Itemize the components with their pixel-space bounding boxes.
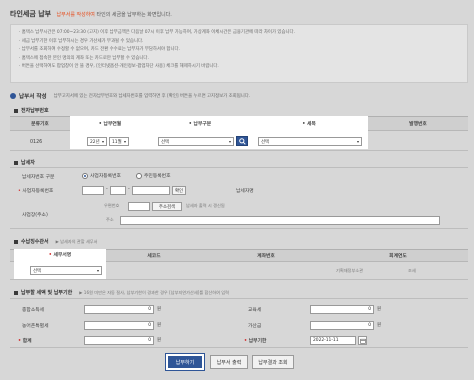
divider <box>10 150 468 151</box>
address-input[interactable] <box>120 216 440 225</box>
col-issue-no-wrap: 발행번호 <box>368 116 468 131</box>
payment-input-hint: 납부고지서에 있는 전자납부번호와 납세자번호를 입력하면 후 [확인] 버튼을… <box>53 94 251 99</box>
dash-separator: - <box>128 187 130 192</box>
col-tax-item: • 세목 <box>302 122 316 127</box>
national-tax-input[interactable]: 0 <box>84 305 154 314</box>
penalty-input[interactable]: 0 <box>310 321 374 330</box>
col-office-name: • 세무서명 <box>48 253 72 258</box>
office-select[interactable]: 선택 ▾ <box>30 266 102 275</box>
payment-input-heading: 납부서 작성 납부고지서에 있는 전자납부번호와 납세자번호를 입력하면 후 [… <box>10 92 250 100</box>
search-icon <box>238 137 246 145</box>
id-type-label: 납세자번호 구분 <box>22 175 55 180</box>
total-input: 0 <box>84 336 154 345</box>
won-unit: 원 <box>157 307 162 312</box>
e-payment-highlight-header: • 납부연월 • 납부구분 • 세목 <box>70 116 368 131</box>
collector-heading: 수납징수관서 ▶ 납세자의 관할 세무서 <box>14 238 98 245</box>
result-button[interactable]: 납부결과 조회 <box>252 355 294 369</box>
biz-no-part2-input[interactable] <box>110 186 126 195</box>
month-select[interactable]: 11월 ▾ <box>109 137 129 146</box>
address-search-button[interactable]: 주소검색 <box>152 202 182 211</box>
address-hint: 납세자 출력 시 갱신됨 <box>186 203 225 208</box>
chevron-down-icon: ▾ <box>101 139 104 144</box>
collector-hint: ▶ 납세자의 관할 세무서 <box>55 238 98 244</box>
divider <box>10 167 468 168</box>
col-fiscal-year: 회계연도 <box>389 254 407 259</box>
col-year-month: • 납부연월 <box>98 122 122 127</box>
divider <box>10 298 468 299</box>
notice-line: · 홈택스에 접속한 본인 명의의 계좌 또는 카드로만 납부할 수 있습니다. <box>19 55 149 61</box>
amount-hint: ▶ 16원 미만은 자동 절사, 납부기한이 경과한 경우 [납부지연가산세]를… <box>79 289 229 295</box>
col-account-no: 계좌번호 <box>257 254 275 259</box>
tax-item-select[interactable]: 선택 ▾ <box>258 137 362 146</box>
square-bullet-icon <box>14 290 18 295</box>
won-unit: 원 <box>157 338 162 343</box>
notice-line: · 버튼을 선택하여도 팝업창이 안 뜰 경우, [인터넷옵션-개인정보-팝업차… <box>19 64 219 70</box>
biz-no-part3-input[interactable] <box>132 186 170 195</box>
biz-no-part1-input[interactable] <box>82 186 104 195</box>
radio-checked-icon <box>82 172 88 179</box>
name-label: 납세자명 <box>236 189 254 194</box>
search-button[interactable] <box>236 136 248 146</box>
rural-tax-input[interactable]: 0 <box>84 321 154 330</box>
divider <box>10 228 468 229</box>
calendar-icon <box>359 338 366 344</box>
address-label: 사업장(주소) <box>22 213 48 218</box>
chevron-down-icon: ▾ <box>96 268 99 273</box>
chevron-down-icon: ▾ <box>123 139 126 144</box>
payment-type-select[interactable]: 선택 ▾ <box>158 137 234 146</box>
notice-line: · 세금 납부기한 이후 납부하시는 경우 가산세가 부과될 수 있습니다. <box>19 38 144 44</box>
e-payment-heading: 전자납부번호 <box>14 107 49 114</box>
page-title: 타인세금 납부 납부서를 작성하여 타인의 세금을 납부하는 화면입니다. <box>10 10 172 18</box>
dash-separator: - <box>106 187 108 192</box>
pay-button[interactable]: 납부하기 <box>165 353 205 371</box>
col-office-code: 세코드 <box>147 254 161 259</box>
square-bullet-icon <box>14 160 18 165</box>
square-bullet-icon <box>14 239 18 244</box>
divider <box>10 347 468 348</box>
education-label: 교육세 <box>248 308 262 313</box>
due-date-input[interactable]: 2022-11-11 <box>310 336 356 345</box>
biz-no-label: • 사업자등록번호 <box>18 189 54 194</box>
taxpayer-heading: 납세자 <box>14 159 35 166</box>
col-issue-no: 발행번호 <box>409 122 427 127</box>
year-select[interactable]: 22년 ▾ <box>87 137 107 146</box>
penalty-label: 가산금 <box>248 324 262 329</box>
print-button[interactable]: 납부서 출력 <box>210 355 248 369</box>
confirm-button[interactable]: 확인 <box>172 186 186 195</box>
due-label: • 납부기한 <box>244 339 267 344</box>
amount-heading: 납부할 세액 및 납부기한 ▶ 16원 미만은 자동 절사, 납부기한이 경과한… <box>14 289 229 296</box>
code-value: 0126 <box>30 140 43 145</box>
calendar-button[interactable] <box>358 336 367 345</box>
radio-unchecked-icon <box>136 172 142 179</box>
won-unit: 원 <box>377 307 382 312</box>
won-unit: 원 <box>377 323 382 328</box>
notice-line: · 납부서를 조회하여 수정할 수 없으며, 카드 전환 수수료는 납부자가 부… <box>19 47 180 53</box>
fiscal-value: 조세 <box>408 268 416 273</box>
zipcode-input[interactable] <box>128 202 150 211</box>
radio-business[interactable]: 사업자등록번호 <box>82 172 121 179</box>
notice-line: · 홈택스 납부시간은 07:00~23:30 (고지) 이후 납부금액은 다음… <box>19 30 295 35</box>
notice-box: · 홈택스 납부시간은 07:00~23:30 (고지) 이후 납부금액은 다음… <box>10 24 468 83</box>
section-bullet-icon <box>10 93 16 99</box>
national-tax-label: 종합소득세 <box>22 308 45 313</box>
education-input[interactable]: 0 <box>310 305 374 314</box>
total-label: • 합계 <box>18 339 32 344</box>
divider <box>10 279 468 280</box>
rural-tax-label: 농어촌특별세 <box>22 324 49 329</box>
chevron-down-icon: ▾ <box>356 139 359 144</box>
address-sub-label: 주소 <box>106 217 114 222</box>
zipcode-label: 우편번호 <box>104 203 120 208</box>
col-type: • 납부구분 <box>188 122 212 127</box>
account-suffix: 기획재정부소관 <box>336 268 363 273</box>
col-code: 분류기호 <box>31 122 49 127</box>
chevron-down-icon: ▾ <box>228 139 231 144</box>
won-unit: 원 <box>157 323 162 328</box>
square-bullet-icon <box>14 108 18 113</box>
page-subtitle: 납부서를 작성하여 타인의 세금을 납부하는 화면입니다. <box>56 12 172 18</box>
radio-resident[interactable]: 주민등록번호 <box>136 172 170 179</box>
